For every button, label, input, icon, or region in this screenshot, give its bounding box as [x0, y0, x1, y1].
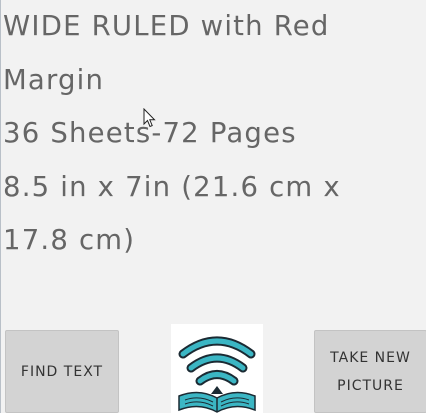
take-new-picture-button[interactable]: TAKE NEW PICTURE	[314, 330, 426, 413]
recognized-text-line: Margin	[3, 63, 105, 96]
signal-book-logo-icon	[171, 324, 263, 413]
recognized-text-line: 17.8 cm)	[3, 224, 136, 256]
recognized-text-line: 36 Sheets-72 Pages	[3, 117, 297, 149]
take-new-picture-label-line: PICTURE	[337, 377, 404, 394]
recognized-text-line: 8.5 in x 7in (21.6 cm x	[3, 170, 341, 203]
take-new-picture-label: TAKE NEW PICTURE	[330, 344, 411, 400]
recognized-text-line: WIDE RULED with Red	[3, 10, 330, 42]
find-text-button-label: FIND TEXT	[20, 363, 104, 380]
find-text-button[interactable]: FIND TEXT	[5, 330, 119, 413]
mouse-pointer-icon	[143, 107, 157, 128]
recognized-text-area: WIDE RULED with Red Margin 36 Sheets-72 …	[3, 0, 423, 268]
take-new-picture-label-line: TAKE NEW	[330, 349, 411, 366]
app-screen: WIDE RULED with Red Margin 36 Sheets-72 …	[0, 0, 426, 413]
